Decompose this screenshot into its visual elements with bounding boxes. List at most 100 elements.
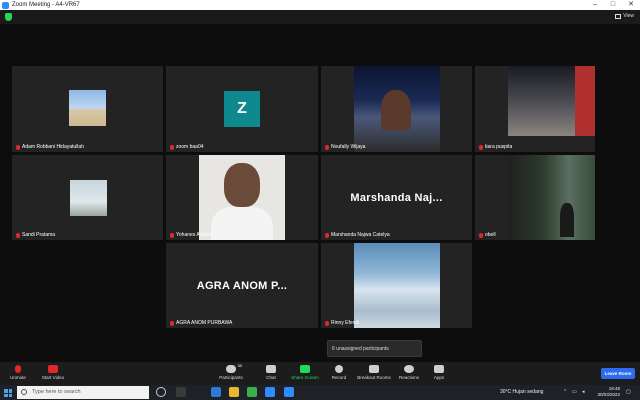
mic-muted-icon: [16, 232, 20, 238]
participants-count: 30: [237, 363, 242, 368]
start-video-button[interactable]: Start Video: [36, 365, 70, 380]
participant-name: obell: [479, 232, 496, 238]
unmute-button[interactable]: Unmute: [1, 365, 35, 380]
start-video-label: Start Video: [41, 375, 65, 380]
participant-display-name: AGRA ANOM P...: [196, 279, 288, 292]
participant-video: [199, 155, 285, 240]
breakout-rooms-label: Breakout Rooms: [357, 375, 391, 380]
video-tile[interactable]: Z zoom baa04: [166, 66, 318, 152]
video-tile[interactable]: Yohanes Adrian: [166, 155, 318, 240]
zoom-window: { "window": {"title": "Zoom Meeting - A4…: [0, 0, 640, 400]
chrome-icon[interactable]: [247, 387, 257, 397]
chat-label: Chat: [266, 375, 276, 380]
video-off-icon: [48, 365, 58, 373]
participant-name: Sandi Pratama: [16, 232, 55, 238]
apps-label: Apps: [433, 375, 445, 380]
mic-muted-icon: [325, 232, 329, 238]
tray-up-icon[interactable]: ⌃: [563, 389, 567, 395]
avatar: Z: [224, 91, 260, 127]
share-screen-label: Share Screen: [291, 375, 319, 380]
share-screen-icon: [300, 365, 310, 373]
close-icon[interactable]: ✕: [622, 0, 640, 10]
chat-icon: [266, 365, 276, 373]
taskbar-search-box[interactable]: Type here to search: [17, 386, 149, 399]
view-label: View: [623, 13, 634, 19]
participant-name: Rinny Efendi: [325, 320, 359, 326]
record-label: Record: [331, 375, 347, 380]
file-explorer-icon[interactable]: [229, 387, 239, 397]
participant-video: [508, 155, 595, 240]
participants-label: Participants: [219, 375, 243, 380]
person-face: [224, 163, 260, 207]
participant-video: [354, 66, 440, 152]
unassigned-participants-button[interactable]: 6 unassigned participants: [327, 340, 422, 357]
zoom-taskbar-icon[interactable]: [265, 387, 275, 397]
notifications-icon[interactable]: ▢: [626, 389, 631, 395]
mic-muted-icon: [170, 232, 174, 238]
volume-icon[interactable]: ◂: [582, 389, 585, 395]
title-bar: Zoom Meeting - A4-VR67 – □ ✕: [0, 0, 640, 10]
minimize-icon[interactable]: –: [586, 0, 604, 10]
weather-widget[interactable]: 30°C Hujan sedang: [500, 389, 543, 395]
window-controls: – □ ✕: [586, 0, 640, 10]
person-shirt: [211, 207, 273, 240]
participant-name: Noufally Wijaya: [325, 144, 365, 150]
zoom-app-icon: [2, 1, 9, 9]
participant-name: Adam Robbani Hidayatullah: [16, 144, 84, 150]
participants-icon: [226, 365, 236, 373]
mic-muted-icon: [170, 320, 174, 326]
red-frame: [575, 66, 595, 136]
participant-photo: [70, 180, 107, 216]
video-tile[interactable]: tiara puspita: [475, 66, 595, 152]
video-tile[interactable]: AGRA ANOM P... AGRA ANOM PURBAWA: [166, 243, 318, 328]
mic-muted-icon: [325, 320, 329, 326]
participants-button[interactable]: 30 Participants: [214, 363, 248, 380]
participant-name: tiara puspita: [479, 144, 512, 150]
mic-muted-icon: [16, 144, 20, 150]
clock-date: 30/03/2022: [597, 392, 620, 397]
cortana-icon[interactable]: [156, 387, 166, 397]
participant-video: [354, 243, 440, 328]
reactions-button[interactable]: Reactions: [392, 365, 426, 380]
video-tile[interactable]: Rinny Efendi: [321, 243, 472, 328]
zoom-meeting-taskbar-icon[interactable]: [284, 387, 294, 397]
participant-display-name: Marshanda Naj...: [350, 191, 443, 204]
view-button[interactable]: View: [615, 13, 634, 19]
participant-video: [508, 66, 595, 136]
video-tile[interactable]: Sandi Pratama: [12, 155, 163, 240]
participant-name: Marshanda Najwa Catelya: [325, 232, 390, 238]
maximize-icon[interactable]: □: [604, 0, 622, 10]
breakout-rooms-button[interactable]: Breakout Rooms: [357, 365, 391, 380]
network-icon[interactable]: ▭: [572, 389, 577, 395]
taskbar-clock[interactable]: 18:48 30/03/2022: [594, 386, 620, 398]
video-tile[interactable]: obell: [475, 155, 595, 240]
grid-view-icon: [615, 13, 622, 19]
person-silhouette: [560, 203, 574, 237]
leave-room-button[interactable]: Leave Room: [601, 368, 635, 379]
mic-muted-icon: [325, 144, 329, 150]
participant-name: AGRA ANOM PURBAWA: [170, 320, 232, 326]
chat-button[interactable]: Chat: [254, 365, 288, 380]
participant-photo: [69, 90, 106, 126]
window-title: Zoom Meeting - A4-VR67: [12, 2, 80, 8]
participant-name: Yohanes Adrian: [170, 232, 211, 238]
video-tile[interactable]: Noufally Wijaya: [321, 66, 472, 152]
video-tile[interactable]: Marshanda Naj... Marshanda Najwa Catelya: [321, 155, 472, 240]
mic-muted-icon: [170, 144, 174, 150]
task-view-icon[interactable]: [176, 387, 186, 397]
apps-icon: [434, 365, 444, 373]
edge-icon[interactable]: [211, 387, 221, 397]
search-icon: [21, 389, 27, 395]
video-tile[interactable]: Adam Robbani Hidayatullah: [12, 66, 163, 152]
person-silhouette: [381, 90, 411, 130]
record-button[interactable]: Record: [322, 365, 356, 380]
mic-muted-icon: [479, 232, 483, 238]
apps-button[interactable]: Apps: [422, 365, 456, 380]
unmute-label: Unmute: [10, 375, 26, 380]
reactions-label: Reactions: [398, 375, 419, 380]
windows-start-icon[interactable]: [4, 389, 12, 397]
meeting-top-bar: [0, 10, 640, 24]
share-screen-button[interactable]: Share Screen: [288, 365, 322, 380]
security-shield-icon[interactable]: [5, 13, 12, 21]
mic-muted-icon: [15, 365, 21, 373]
